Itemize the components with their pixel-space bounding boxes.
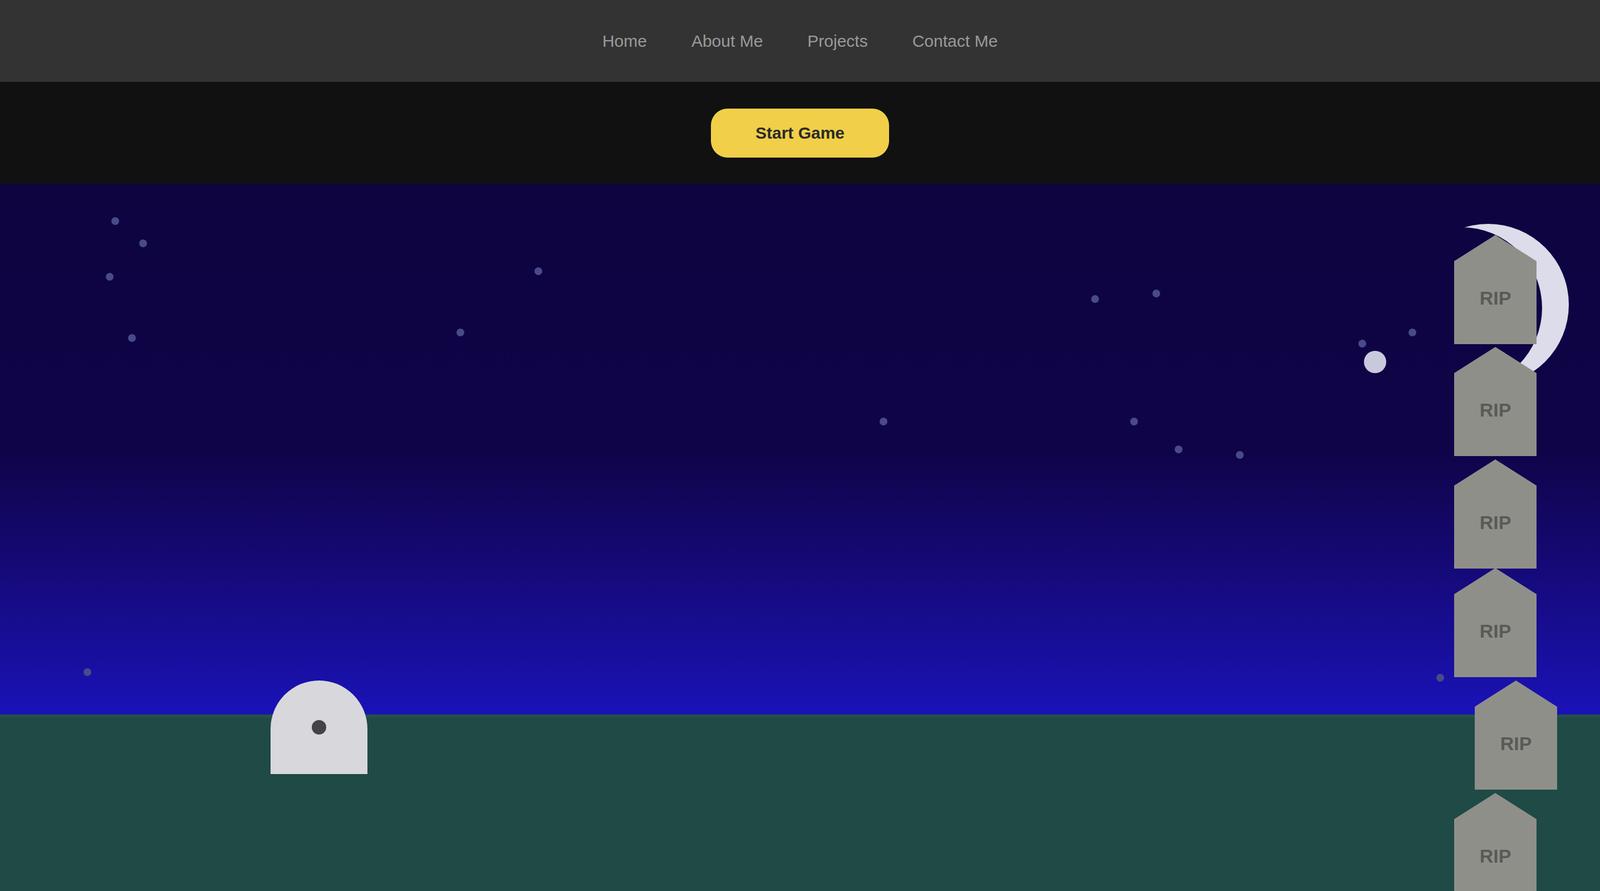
- star: [1130, 417, 1138, 426]
- star: [1174, 445, 1183, 454]
- moon-spot: [1363, 350, 1387, 373]
- star: [1358, 339, 1367, 348]
- nav-link[interactable]: Contact Me: [912, 28, 998, 54]
- ghost-eye-icon: [311, 719, 327, 735]
- star: [1436, 673, 1445, 682]
- page: Home About Me Projects Contact Me Start Game…: [0, 0, 1600, 891]
- ghost[interactable]: [270, 680, 368, 774]
- star: [1235, 450, 1244, 459]
- star: [1091, 295, 1099, 303]
- star: [879, 417, 888, 426]
- star: [534, 267, 543, 276]
- star: [456, 328, 465, 337]
- star: [139, 239, 147, 248]
- start-button[interactable]: Start Game: [710, 108, 890, 158]
- toolbar: Start Game: [0, 81, 1600, 184]
- star: [83, 668, 92, 676]
- star: [105, 272, 114, 281]
- nav-link[interactable]: About Me: [691, 28, 763, 54]
- game-canvas[interactable]: RIPRIPRIPRIPRIPRIP: [0, 183, 1600, 891]
- star: [1152, 289, 1161, 298]
- nav-link[interactable]: Projects: [807, 28, 868, 54]
- grass: [0, 714, 1600, 891]
- star: [111, 217, 120, 225]
- nav-link[interactable]: Home: [602, 28, 647, 54]
- night-sky: [0, 183, 1600, 715]
- nav-bar: Home About Me Projects Contact Me: [0, 0, 1600, 82]
- star: [1408, 328, 1417, 337]
- star: [128, 334, 136, 342]
